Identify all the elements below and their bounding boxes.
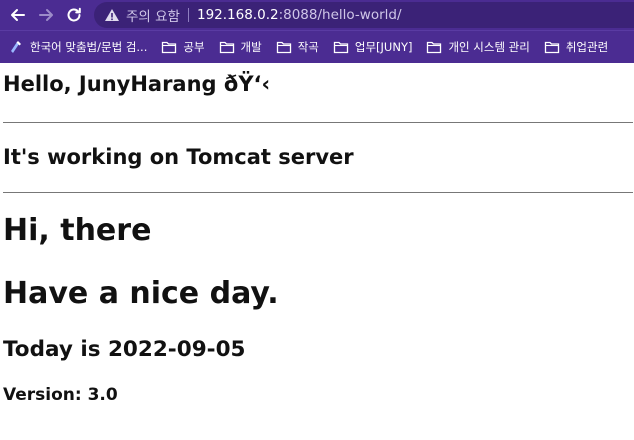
- bookmark-label: 한국어 맞춤법/문법 검...: [30, 40, 148, 54]
- hi-heading: Hi, there: [3, 213, 152, 248]
- folder-icon: [544, 40, 560, 54]
- version-text: Version: 3.0: [3, 385, 118, 405]
- bookmark-folder-compose[interactable]: 작곡: [276, 39, 319, 55]
- app-icon: [8, 40, 24, 54]
- bookmark-label: 취업관련: [565, 40, 609, 54]
- bookmark-label: 공부: [183, 40, 205, 54]
- url-path: :8088/hello-world/: [278, 7, 402, 23]
- warning-icon[interactable]: [104, 8, 120, 22]
- bookmark-folder-work[interactable]: 업무[JUNY]: [333, 39, 413, 55]
- folder-icon: [161, 40, 177, 54]
- url-host: 192.168.0.2: [196, 7, 279, 23]
- bookmark-label: 개발: [240, 40, 262, 54]
- address-separator: [187, 8, 189, 22]
- reload-icon: [67, 7, 81, 22]
- divider: [3, 192, 633, 193]
- server-heading: It's working on Tomcat server: [3, 145, 354, 169]
- bookmark-folder-personal-system[interactable]: 개인 시스템 관리: [426, 39, 530, 55]
- browser-toolbar: 주의 요함 192.168.0.2:8088/hello-world/: [0, 0, 634, 30]
- greeting-heading: Hello, JunyHarang ðŸ‘‹: [3, 72, 271, 96]
- forward-button[interactable]: [34, 3, 58, 27]
- bookmarks-bar: 한국어 맞춤법/문법 검... 공부 개발 작곡 업무[JUNY] 개인 시스템…: [0, 30, 634, 63]
- folder-icon: [276, 40, 292, 54]
- today-heading: Today is 2022-09-05: [3, 337, 246, 362]
- folder-icon: [333, 40, 349, 54]
- bookmark-label: 개인 시스템 관리: [448, 40, 530, 54]
- bookmark-label: 작곡: [297, 40, 319, 54]
- reload-button[interactable]: [62, 3, 86, 27]
- bookmark-label: 업무[JUNY]: [354, 40, 413, 54]
- bookmark-folder-dev[interactable]: 개발: [219, 39, 262, 55]
- back-button[interactable]: [6, 3, 30, 27]
- arrow-right-icon: [39, 9, 53, 21]
- arrow-left-icon: [11, 9, 25, 21]
- folder-icon: [426, 40, 442, 54]
- security-status-label[interactable]: 주의 요함: [126, 5, 180, 25]
- folder-icon: [219, 40, 235, 54]
- address-bar[interactable]: 주의 요함 192.168.0.2:8088/hello-world/: [94, 2, 634, 28]
- bookmark-spell-checker[interactable]: 한국어 맞춤법/문법 검...: [8, 39, 147, 55]
- wish-heading: Have a nice day.: [3, 276, 279, 311]
- bookmark-folder-jobs[interactable]: 취업관련: [544, 39, 608, 55]
- divider: [3, 122, 633, 123]
- bookmark-folder-study[interactable]: 공부: [161, 39, 205, 55]
